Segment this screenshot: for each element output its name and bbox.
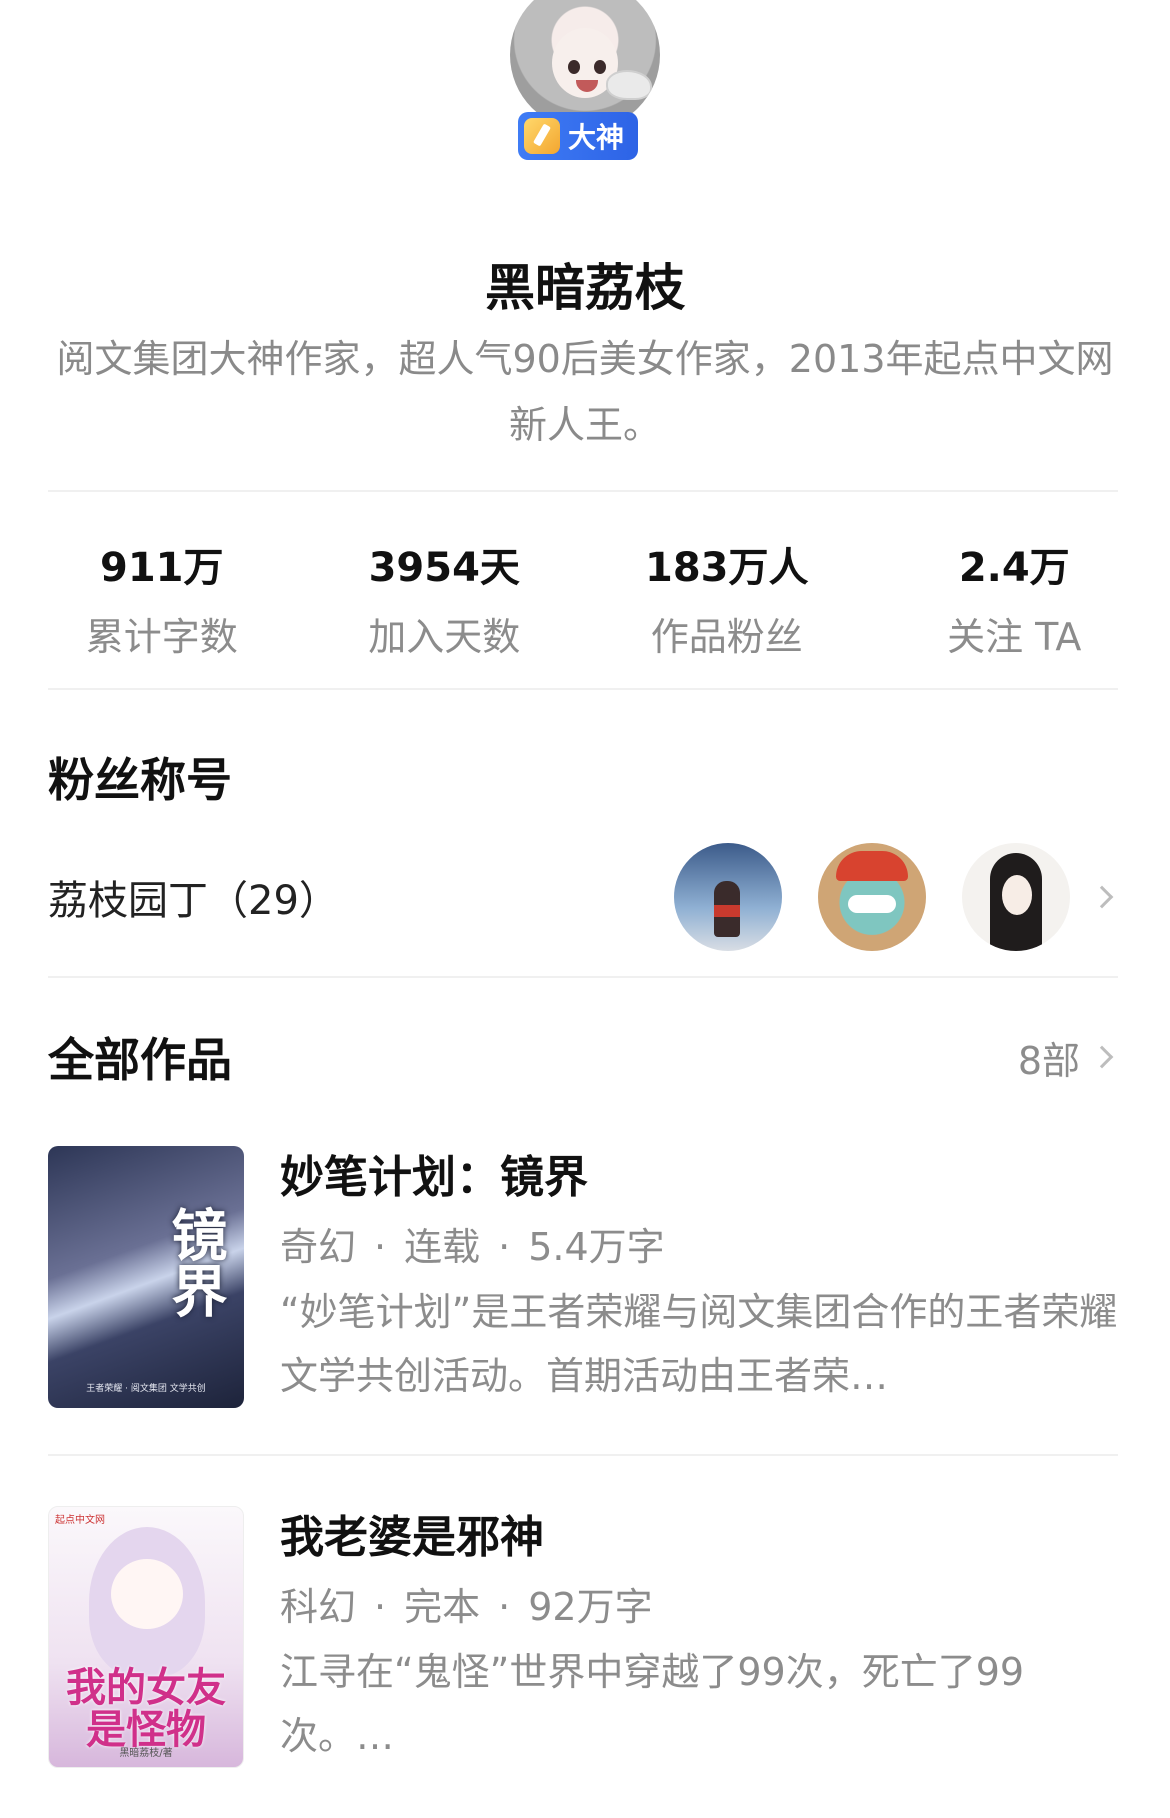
book-item[interactable]: 起点中文网 我的女友是怪物 黑暗荔枝/著 我老婆是邪神 科幻 · 完本 · 92万字 江… — [48, 1506, 1118, 1768]
works-count: 8部 — [1017, 1038, 1080, 1083]
book-item[interactable]: 镜界 王者荣耀 · 阅文集团 文学共创 妙笔计划：镜界 奇幻 · 连载 · 5.4万字 … — [48, 1146, 1118, 1408]
stat-total-words: 911万 累计字数 — [28, 540, 296, 661]
stat-label: 累计字数 — [85, 615, 238, 659]
avatar[interactable] — [510, 0, 660, 130]
meta-separator: · — [374, 1585, 387, 1629]
works-heading: 全部作品 — [48, 1033, 232, 1087]
stat-value: 2.4万 — [958, 545, 1070, 591]
cover-title: 我的女友是怪物 — [66, 1664, 226, 1753]
book-word-count: 5.4万字 — [528, 1225, 665, 1269]
stat-fans: 183万人 作品粉丝 — [593, 540, 861, 661]
stat-value: 183万人 — [645, 545, 809, 591]
book-cover[interactable]: 起点中文网 我的女友是怪物 黑暗荔枝/著 — [48, 1506, 244, 1768]
book-meta: 科幻 · 完本 · 92万字 — [280, 1576, 1118, 1638]
book-status: 连载 — [404, 1225, 481, 1269]
chevron-right-icon — [1090, 885, 1114, 909]
book-genre: 奇幻 — [280, 1225, 357, 1269]
cover-title: 镜界 — [162, 1206, 228, 1318]
fan-title-heading: 粉丝称号 — [48, 753, 232, 807]
stat-label: 关注 TA — [947, 615, 1082, 659]
book-info: 妙笔计划：镜界 奇幻 · 连载 · 5.4万字 “妙笔计划”是王者荣耀与阅文集团合作的王… — [280, 1146, 1118, 1408]
chevron-right-icon — [1090, 1045, 1114, 1069]
avatar-eye-left — [568, 60, 580, 74]
stat-value: 911万 — [100, 545, 224, 591]
divider — [48, 976, 1118, 978]
works-header: 全部作品 8部 — [48, 1024, 1118, 1090]
author-level-badge: 大神 — [518, 112, 639, 160]
book-title[interactable]: 我老婆是邪神 — [280, 1506, 1118, 1570]
divider — [48, 688, 1118, 690]
author-stats: 911万 累计字数 3954天 加入天数 183万人 作品粉丝 2.4万 关注 … — [48, 540, 1118, 661]
author-name: 黑暗荔枝 — [485, 259, 685, 317]
divider — [48, 1454, 1118, 1456]
book-status: 完本 — [404, 1585, 481, 1629]
fan-avatar[interactable] — [818, 843, 926, 951]
works-count-link[interactable]: 8部 — [1018, 1030, 1118, 1085]
fan-avatar[interactable] — [674, 843, 782, 951]
cover-footer: 王者荣耀 · 阅文集团 文学共创 — [86, 1384, 206, 1394]
author-avatar-block[interactable]: 大神 — [510, 0, 660, 165]
book-info: 我老婆是邪神 科幻 · 完本 · 92万字 江寻在“鬼怪”世界中穿越了99次，死亡了99… — [280, 1506, 1118, 1768]
avatar-bird — [606, 70, 652, 100]
book-meta: 奇幻 · 连载 · 5.4万字 — [280, 1216, 1118, 1278]
stat-follow[interactable]: 2.4万 关注 TA — [881, 540, 1149, 661]
book-title[interactable]: 妙笔计划：镜界 — [280, 1146, 1118, 1210]
fan-avatar[interactable] — [962, 843, 1070, 951]
stat-value: 3954天 — [368, 545, 520, 591]
author-bio: 阅文集团大神作家，超人气90后美女作家，2013年起点中文网新人王。 — [56, 337, 1114, 447]
stat-label: 加入天数 — [368, 615, 521, 659]
cover-author: 黑暗荔枝/著 — [119, 1748, 173, 1759]
book-word-count: 92万字 — [528, 1585, 653, 1629]
book-description: “妙笔计划”是王者荣耀与阅文集团合作的王者荣耀文学共创活动。首期活动由王者荣… — [280, 1290, 1118, 1398]
book-description: 江寻在“鬼怪”世界中穿越了99次，死亡了99次。… — [280, 1650, 1025, 1758]
stat-days-joined: 3954天 加入天数 — [311, 540, 579, 661]
fan-title-row[interactable]: 荔枝园丁（29） — [48, 842, 1118, 952]
fan-avatar-list — [674, 843, 1070, 951]
cover-brand: 起点中文网 — [55, 1515, 105, 1526]
meta-separator: · — [498, 1225, 511, 1269]
meta-separator: · — [498, 1585, 511, 1629]
avatar-eye-right — [594, 60, 606, 74]
meta-separator: · — [374, 1225, 387, 1269]
stat-label: 作品粉丝 — [650, 615, 803, 659]
book-genre: 科幻 — [280, 1585, 357, 1629]
divider — [48, 490, 1118, 492]
badge-label: 大神 — [568, 121, 625, 154]
fan-title-name: 荔枝园丁（29） — [48, 878, 339, 924]
book-cover[interactable]: 镜界 王者荣耀 · 阅文集团 文学共创 — [48, 1146, 244, 1408]
pen-icon — [524, 118, 560, 154]
cover-illustration-face — [111, 1559, 183, 1629]
